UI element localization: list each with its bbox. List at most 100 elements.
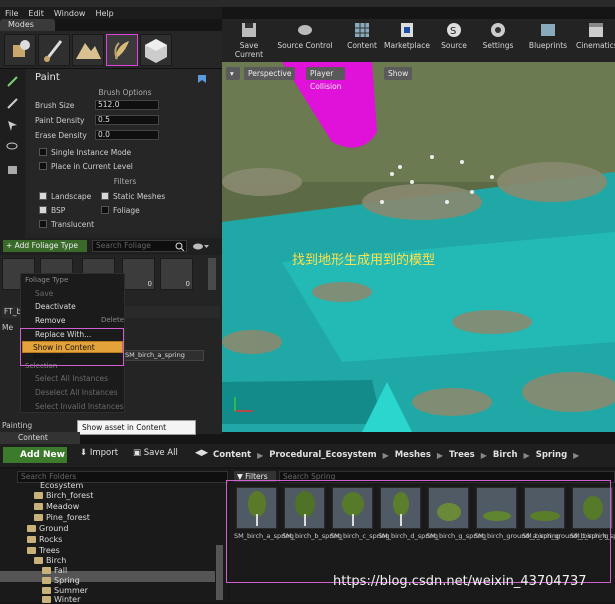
perspective-button[interactable]: Perspective: [244, 67, 296, 80]
content-browser-tab[interactable]: Content Browser: [0, 432, 80, 454]
select-tool-icon[interactable]: [6, 119, 19, 132]
marketplace-button[interactable]: Marketplace: [384, 21, 430, 61]
save-all-button[interactable]: ▣ Save All: [133, 448, 178, 458]
tree-item[interactable]: Fall: [42, 566, 67, 575]
lasso-tool-icon[interactable]: [6, 141, 19, 154]
tree-item[interactable]: Meadow: [34, 502, 79, 511]
deactivate-menu-item[interactable]: Deactivate: [35, 302, 76, 311]
tree-item[interactable]: Birch_forest: [34, 491, 93, 500]
tree-item-selected[interactable]: Spring: [42, 576, 80, 585]
add-new-button[interactable]: Add New: [3, 447, 67, 463]
blueprints-label: Blueprints: [528, 41, 568, 50]
marketplace-label: Marketplace: [384, 41, 430, 50]
save-all-label: Save All: [143, 448, 178, 458]
place-mode-button[interactable]: [4, 34, 36, 66]
geometry-mode-button[interactable]: [140, 34, 172, 66]
tree-item-label: Birch_forest: [46, 491, 94, 500]
erase-density-field[interactable]: 0.0: [95, 130, 159, 140]
tree-item[interactable]: Birch: [34, 556, 66, 565]
breadcrumb: Content ▶ Procedural_Ecosystem ▶ Meshes ▶ T…: [213, 450, 580, 460]
tree-scrollbar[interactable]: [216, 545, 223, 600]
foliage-list-scrollbar[interactable]: [208, 258, 216, 290]
tree-item[interactable]: Winter: [42, 595, 80, 604]
remove-menu-item[interactable]: Remove: [35, 316, 65, 325]
player-collision-button[interactable]: Player Collision: [306, 67, 346, 91]
foliage-type-thumb[interactable]: 0: [160, 258, 193, 290]
scene-render: [222, 62, 615, 432]
breadcrumb-item[interactable]: Birch: [493, 450, 518, 460]
translucent-checkbox[interactable]: [39, 220, 47, 228]
import-button[interactable]: ⬇ Import: [80, 448, 118, 458]
show-button[interactable]: Show: [384, 67, 413, 80]
landscape-checkbox[interactable]: [39, 192, 47, 200]
breadcrumb-item[interactable]: Trees: [449, 450, 475, 460]
menu-window[interactable]: Window: [54, 9, 86, 18]
foliage-checkbox[interactable]: [101, 206, 109, 214]
tree-item-label: Birch: [46, 556, 67, 565]
paint-mode-button[interactable]: [38, 34, 70, 66]
landscape-mode-button[interactable]: [72, 34, 104, 66]
save-icon: [242, 23, 256, 37]
reapply-tool-icon[interactable]: [6, 97, 19, 110]
level-viewport[interactable]: [222, 62, 615, 432]
tree-item-label: Ground: [39, 524, 69, 533]
painting-section-label: Painting: [2, 421, 33, 430]
static-meshes-checkbox[interactable]: [101, 192, 109, 200]
breadcrumb-item[interactable]: Meshes: [395, 450, 431, 460]
selected-folder-highlight: [0, 571, 215, 582]
folder-icon: [34, 514, 43, 521]
content-label: Content: [347, 41, 377, 50]
bsp-checkbox[interactable]: [39, 206, 47, 214]
foliage-search-input[interactable]: Search Foliage: [92, 240, 187, 252]
breadcrumb-item[interactable]: Spring: [536, 450, 567, 460]
title-strip: [0, 0, 615, 7]
add-foliage-type-button[interactable]: + Add Foliage Type: [3, 240, 87, 252]
breadcrumb-item[interactable]: Content: [213, 450, 251, 460]
fill-tool-icon[interactable]: [6, 163, 19, 176]
tooltip: Show asset in Content Browser.: [77, 420, 196, 445]
content-button[interactable]: Content: [344, 21, 380, 61]
single-instance-label: Single Instance Mode: [51, 148, 132, 157]
tree-item[interactable]: Ground: [27, 524, 68, 533]
instance-count: 0: [185, 280, 190, 288]
view-options-icon[interactable]: [192, 242, 210, 251]
place-icon: [13, 40, 30, 57]
blueprints-button[interactable]: Blueprints: [526, 21, 570, 61]
tree-item[interactable]: Rocks: [27, 535, 62, 544]
foliage-mode-button[interactable]: [106, 34, 138, 66]
foliage-type-thumb[interactable]: 0: [122, 258, 155, 290]
tree-item[interactable]: Summer: [42, 586, 88, 595]
paint-density-field[interactable]: 0.5: [95, 115, 159, 125]
mesh-dropdown[interactable]: SM_birch_a_spring: [122, 350, 204, 361]
tree-item-label: Spring: [54, 576, 80, 585]
single-instance-checkbox[interactable]: [39, 148, 47, 156]
grid-icon: [355, 23, 369, 37]
menu-file[interactable]: File: [5, 9, 18, 18]
menu-bar: File Edit Window Help: [0, 7, 222, 19]
menu-help[interactable]: Help: [95, 9, 113, 18]
bookmark-icon[interactable]: [197, 74, 207, 84]
settings-button[interactable]: Settings: [478, 21, 518, 61]
modes-tab[interactable]: Modes: [0, 19, 55, 31]
landscape-label: Landscape: [51, 192, 92, 201]
brush-size-field[interactable]: 512.0: [95, 100, 159, 110]
paint-tool-icon[interactable]: [6, 75, 19, 88]
source-control-button[interactable]: Source Control: [276, 21, 334, 61]
history-arrows[interactable]: ◀▶: [195, 448, 208, 458]
tree-item[interactable]: Ecosystem: [40, 481, 83, 490]
menu-edit[interactable]: Edit: [28, 9, 44, 18]
folder-icon: [34, 503, 43, 510]
tree-item[interactable]: Trees: [27, 546, 60, 555]
cinematics-button[interactable]: Cinematics: [576, 21, 615, 61]
select-invalid-menu-item: Select Invalid Instances: [35, 402, 124, 411]
save-current-button[interactable]: Save Current: [226, 21, 272, 61]
tree-item-label: Meadow: [46, 502, 80, 511]
source-button[interactable]: S Source: [438, 21, 470, 61]
viewport-menu-button[interactable]: ▾: [226, 67, 240, 80]
tree-item-label: Rocks: [39, 535, 63, 544]
tree-item[interactable]: Pine_forest: [34, 513, 90, 522]
folder-icon: [27, 525, 36, 532]
breadcrumb-item[interactable]: Procedural_Ecosystem: [269, 450, 376, 460]
foliage-label: Foliage: [113, 206, 140, 215]
place-current-level-checkbox[interactable]: [39, 162, 47, 170]
